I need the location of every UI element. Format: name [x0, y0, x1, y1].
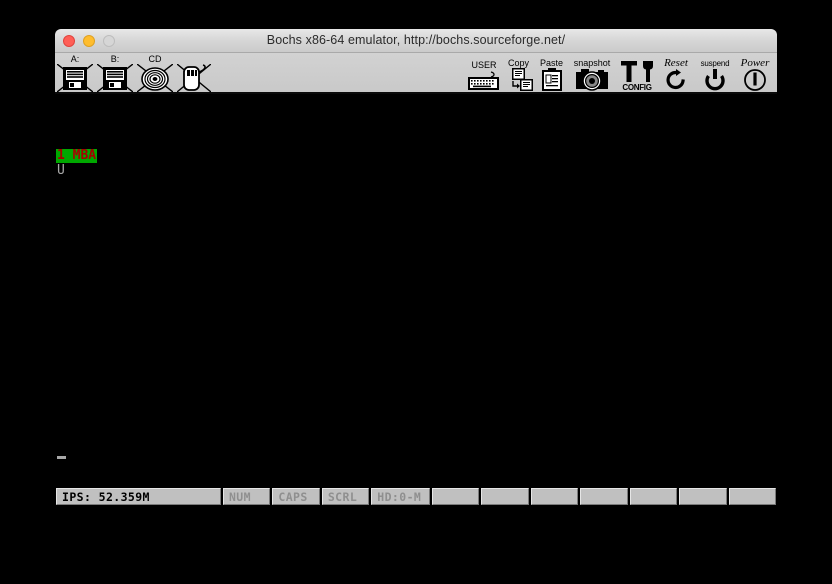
statusbar-blank-cell	[580, 488, 628, 505]
mouse-icon	[176, 63, 212, 92]
close-button[interactable]	[63, 35, 75, 47]
reset-icon	[664, 68, 688, 92]
window-title: Bochs x86-64 emulator, http://bochs.sour…	[266, 33, 566, 47]
keyboard-icon	[467, 70, 501, 92]
text-cursor	[57, 456, 66, 459]
snapshot-button[interactable]: snapshot	[568, 53, 616, 92]
statusbar-blank-cell	[679, 488, 727, 505]
paste-icon	[539, 68, 565, 92]
suspend-button[interactable]: suspend	[694, 53, 736, 92]
scroll-lock-indicator: SCRL	[321, 488, 370, 505]
floppy-a-button[interactable]: A:	[55, 53, 95, 92]
window-controls	[63, 35, 115, 47]
bochs-statusbar: IPS: 52.359M NUM CAPS SCRL HD:0-M	[55, 486, 777, 508]
statusbar-blank-cell	[432, 488, 480, 505]
statusbar-blank-cell	[481, 488, 529, 505]
floppy-b-icon	[96, 63, 134, 92]
mouse-button[interactable]	[175, 53, 213, 92]
cdrom-button[interactable]: CD	[135, 53, 175, 92]
power-icon	[742, 68, 768, 92]
user-label: USER	[471, 60, 497, 70]
minimize-button[interactable]	[83, 35, 95, 47]
suspend-label: suspend	[700, 59, 730, 68]
cdrom-icon	[136, 63, 174, 92]
boot-banner-text: 1 MBA	[56, 148, 98, 163]
config-label: CONFIG	[622, 83, 652, 92]
ips-indicator: IPS: 52.359M	[56, 488, 221, 505]
paste-button[interactable]: Paste	[535, 53, 568, 92]
hd-activity-indicator: HD:0-M	[371, 488, 430, 505]
cdrom-label: CD	[148, 54, 162, 64]
power-button[interactable]: Power	[736, 53, 774, 92]
statusbar-blank-cell	[530, 488, 579, 505]
num-lock-indicator: NUM	[222, 488, 271, 505]
statusbar-blank-cell	[629, 488, 678, 505]
reset-button[interactable]: Reset	[658, 53, 694, 92]
statusbar-blank-cell	[728, 488, 777, 505]
boot-prompt-char: U	[57, 163, 65, 178]
config-button[interactable]: CONFIG	[616, 53, 658, 92]
copy-button[interactable]: Copy	[502, 53, 535, 92]
bochs-window: Bochs x86-64 emulator, http://bochs.sour…	[55, 29, 777, 508]
floppy-b-label: B:	[110, 54, 120, 64]
emulator-screen[interactable]: 1 MBA U	[55, 94, 777, 486]
snapshot-label: snapshot	[573, 58, 611, 68]
suspend-icon	[703, 68, 727, 92]
user-button[interactable]: USER	[466, 53, 502, 92]
paste-label: Paste	[539, 58, 563, 68]
screenshot-root: Bochs x86-64 emulator, http://bochs.sour…	[0, 0, 832, 584]
toolbar-media-group: A: B: CD	[55, 53, 213, 92]
maximize-button[interactable]	[103, 35, 115, 47]
floppy-a-icon	[56, 63, 94, 92]
config-tools-icon	[618, 60, 656, 84]
bochs-toolbar: A: B: CD USER Copy Paste snapshot CONFIG…	[55, 53, 777, 94]
camera-icon	[570, 68, 614, 92]
window-titlebar[interactable]: Bochs x86-64 emulator, http://bochs.sour…	[55, 29, 777, 53]
floppy-b-button[interactable]: B:	[95, 53, 135, 92]
power-label: Power	[740, 57, 770, 69]
caps-lock-indicator: CAPS	[272, 488, 320, 505]
toolbar-action-group: USER Copy Paste snapshot CONFIG Reset su…	[466, 53, 774, 92]
copy-label: Copy	[507, 58, 529, 68]
copy-icon	[504, 68, 534, 92]
reset-label: Reset	[664, 57, 688, 69]
floppy-a-label: A:	[70, 54, 80, 64]
